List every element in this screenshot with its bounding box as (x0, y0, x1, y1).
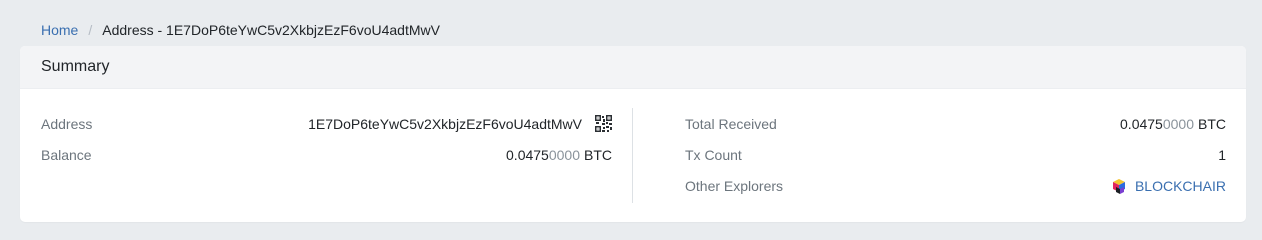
total-received-amount-trailing: 0000 (1162, 115, 1194, 132)
address-label: Address (41, 115, 93, 132)
balance-row: Balance 0.0475 0000 BTC (41, 139, 612, 170)
summary-header: Summary (20, 46, 1246, 89)
balance-amount-significant: 0.0475 (506, 146, 549, 163)
summary-left-column: Address 1E7DoP6teYwC5v2XkbjzEzF6voU4adtM… (41, 108, 612, 170)
other-explorers-label: Other Explorers (685, 177, 784, 194)
blockchair-logo-icon (1111, 176, 1127, 196)
column-divider (632, 108, 633, 203)
blockchair-link-label: BLOCKCHAIR (1134, 177, 1226, 194)
address-value-wrap: 1E7DoP6teYwC5v2XkbjzEzF6voU4adtMwV (308, 115, 612, 132)
breadcrumb: Home / Address - 1E7DoP6teYwC5v2XkbjzEzF… (41, 20, 440, 40)
balance-label: Balance (41, 146, 92, 163)
total-received-row: Total Received 0.0475 0000 BTC (685, 108, 1226, 139)
balance-amount-trailing: 0000 (548, 146, 580, 163)
breadcrumb-separator: / (88, 22, 93, 38)
summary-title: Summary (41, 58, 110, 75)
balance-unit: BTC (584, 146, 612, 163)
tx-count-label: Tx Count (685, 146, 742, 163)
tx-count-row: Tx Count 1 (685, 139, 1226, 170)
total-received-value: 0.0475 0000 BTC (1120, 116, 1226, 132)
summary-card: Summary Address 1E7DoP6teYwC5v2XkbjzEzF6… (20, 46, 1246, 222)
balance-value: 0.0475 0000 BTC (506, 147, 612, 163)
breadcrumb-home-link[interactable]: Home (41, 22, 78, 38)
address-row: Address 1E7DoP6teYwC5v2XkbjzEzF6voU4adtM… (41, 108, 612, 139)
address-value[interactable]: 1E7DoP6teYwC5v2XkbjzEzF6voU4adtMwV (308, 116, 582, 132)
tx-count-value: 1 (1218, 146, 1226, 163)
breadcrumb-current: Address - 1E7DoP6teYwC5v2XkbjzEzF6voU4ad… (102, 22, 440, 38)
qr-code-icon[interactable] (595, 115, 612, 132)
summary-right-column: Total Received 0.0475 0000 BTC Tx Count 1 … (685, 108, 1226, 201)
total-received-label: Total Received (685, 115, 777, 132)
blockchair-explorer-link[interactable]: BLOCKCHAIR (1111, 176, 1226, 196)
total-received-unit: BTC (1198, 115, 1226, 132)
total-received-amount-significant: 0.0475 (1120, 115, 1163, 132)
other-explorers-row: Other Explorers BLOCKCHAIR (685, 170, 1226, 201)
